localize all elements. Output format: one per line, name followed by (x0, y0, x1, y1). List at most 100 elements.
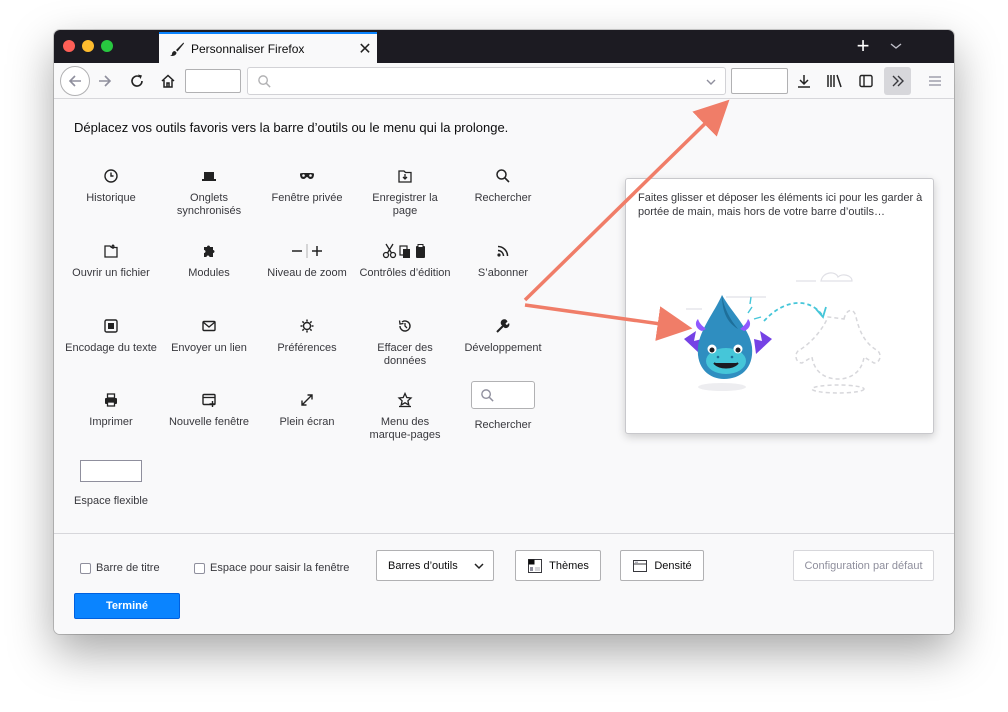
paintbrush-icon (170, 42, 184, 56)
laptop-icon (202, 172, 216, 181)
palette-item-fullscreen[interactable]: Plein écran (257, 391, 357, 429)
toolbars-dropdown[interactable]: Barres d’outils (376, 550, 494, 581)
palette-item-forget[interactable]: Effacer des données (355, 317, 455, 368)
zoom-icon (292, 244, 322, 258)
toolbar-spacer-box[interactable] (731, 68, 788, 94)
checkbox-box[interactable] (80, 562, 91, 574)
palette-item-text-encoding[interactable]: Encodage du texte (61, 317, 161, 355)
palette-item-search-box[interactable]: Rechercher (453, 381, 553, 432)
palette-item-open-file[interactable]: Ouvrir un fichier (61, 242, 161, 280)
restore-defaults-label: Configuration par défaut (804, 559, 923, 572)
palette-item-developer[interactable]: Développement (453, 317, 553, 355)
palette-item-subscribe[interactable]: S’abonner (453, 242, 553, 280)
chevron-down-icon[interactable] (886, 36, 906, 56)
title-bar-checkbox[interactable]: Barre de titre (80, 562, 160, 574)
customize-content: Déplacez vos outils favoris vers la barr… (54, 100, 954, 533)
overflow-chevrons-icon (892, 75, 904, 87)
page-heading: Déplacez vos outils favoris vers la barr… (74, 120, 509, 135)
fullscreen-icon (301, 394, 313, 406)
search-icon (258, 75, 271, 88)
main-menu-button[interactable] (924, 70, 946, 92)
themes-label: Thèmes (549, 559, 589, 572)
toolbars-label: Barres d’outils (388, 559, 458, 572)
palette-item-synced-tabs[interactable]: Onglets synchronisés (159, 167, 259, 218)
puzzle-icon (204, 245, 215, 257)
restore-defaults-button[interactable]: Configuration par défaut (793, 550, 934, 581)
themes-button[interactable]: Thèmes (515, 550, 601, 581)
window-maximize-button[interactable] (101, 40, 113, 52)
tab-close-icon[interactable]: ✕ (353, 39, 377, 59)
navigation-toolbar (54, 63, 954, 99)
tab-bar: Personnaliser Firefox ✕ + (54, 30, 954, 63)
palette-item-flexible-space[interactable]: Espace flexible (61, 460, 161, 508)
chevron-down-icon[interactable] (705, 76, 717, 88)
wrench-icon (496, 319, 510, 333)
new-window-icon (202, 393, 216, 407)
palette-item-label: Enregistrer la page (372, 192, 438, 217)
forward-button[interactable] (94, 70, 116, 92)
palette-item-preferences[interactable]: Préférences (257, 317, 357, 355)
palette-item-zoom[interactable]: Niveau de zoom (257, 242, 357, 280)
done-button[interactable]: Terminé (74, 593, 180, 619)
reload-button[interactable] (126, 70, 148, 92)
checkbox-box[interactable] (194, 562, 205, 574)
palette-item-addons[interactable]: Modules (159, 242, 259, 280)
palette-item-label: Nouvelle fenêtre (168, 416, 250, 428)
themes-icon (528, 558, 543, 573)
forward-arrow-icon (99, 75, 112, 87)
window-close-button[interactable] (63, 40, 75, 52)
search-box-icon (481, 389, 494, 402)
overflow-menu-button[interactable] (884, 67, 911, 95)
palette-item-email-link[interactable]: Envoyer un lien (159, 317, 259, 355)
clock-icon (104, 169, 118, 183)
palette-item-label: Historique (86, 192, 136, 204)
palette-item-search[interactable]: Rechercher (453, 167, 553, 205)
download-icon (798, 75, 810, 88)
palette-item-label: Niveau de zoom (267, 267, 347, 279)
palette-item-label: S’abonner (477, 267, 529, 279)
library-button[interactable] (824, 70, 846, 92)
toolbar-spacer-box[interactable] (185, 69, 241, 93)
home-button[interactable] (157, 70, 179, 92)
palette-item-save-page[interactable]: Enregistrer la page (355, 167, 455, 218)
tab-customize[interactable]: Personnaliser Firefox ✕ (159, 32, 377, 63)
search-icon (496, 169, 510, 183)
url-bar[interactable] (247, 67, 726, 95)
palette-item-print[interactable]: Imprimer (61, 391, 161, 429)
palette-item-edit-controls[interactable]: Contrôles d’édition (355, 242, 455, 280)
dragon-illustration (684, 272, 881, 394)
edit-controls-icon (382, 243, 425, 259)
new-tab-button[interactable]: + (851, 34, 875, 58)
printer-icon (105, 393, 117, 407)
window-minimize-button[interactable] (82, 40, 94, 52)
open-file-icon (104, 244, 118, 258)
palette-item-label: Espace flexible (74, 495, 148, 507)
library-icon (827, 74, 842, 88)
palette-item-bookmarks-menu[interactable]: Menu des marque-pages (355, 391, 455, 442)
back-arrow-icon (68, 75, 81, 87)
forget-icon (398, 320, 411, 332)
chevron-down-icon (474, 562, 484, 569)
palette-item-label: Menu des marque-pages (369, 416, 441, 441)
density-icon (633, 559, 648, 572)
palette-item-history[interactable]: Historique (61, 167, 161, 205)
palette-item-label: Modules (188, 267, 230, 279)
drag-space-label: Espace pour saisir la fenêtre (210, 562, 350, 574)
palette-item-label: Contrôles d’édition (359, 267, 451, 279)
back-button[interactable] (60, 66, 90, 96)
overflow-panel: Faites glisser et déposer les éléments i… (625, 178, 934, 434)
downloads-button[interactable] (793, 70, 815, 92)
mask-icon (300, 173, 314, 179)
palette-item-label: Plein écran (279, 416, 335, 428)
sidebar-button[interactable] (855, 70, 877, 92)
palette-item-label: Rechercher (474, 419, 532, 431)
firefox-window: Personnaliser Firefox ✕ + Déplacez vos o… (54, 30, 954, 634)
text-encoding-icon (104, 319, 118, 333)
drag-space-checkbox[interactable]: Espace pour saisir la fenêtre (194, 562, 349, 574)
palette-item-label: Fenêtre privée (271, 192, 343, 204)
palette-item-private-window[interactable]: Fenêtre privée (257, 167, 357, 205)
density-button[interactable]: Densité (620, 550, 704, 581)
density-label: Densité (654, 559, 692, 572)
palette-item-new-window[interactable]: Nouvelle fenêtre (159, 391, 259, 429)
title-bar-label: Barre de titre (96, 562, 160, 574)
